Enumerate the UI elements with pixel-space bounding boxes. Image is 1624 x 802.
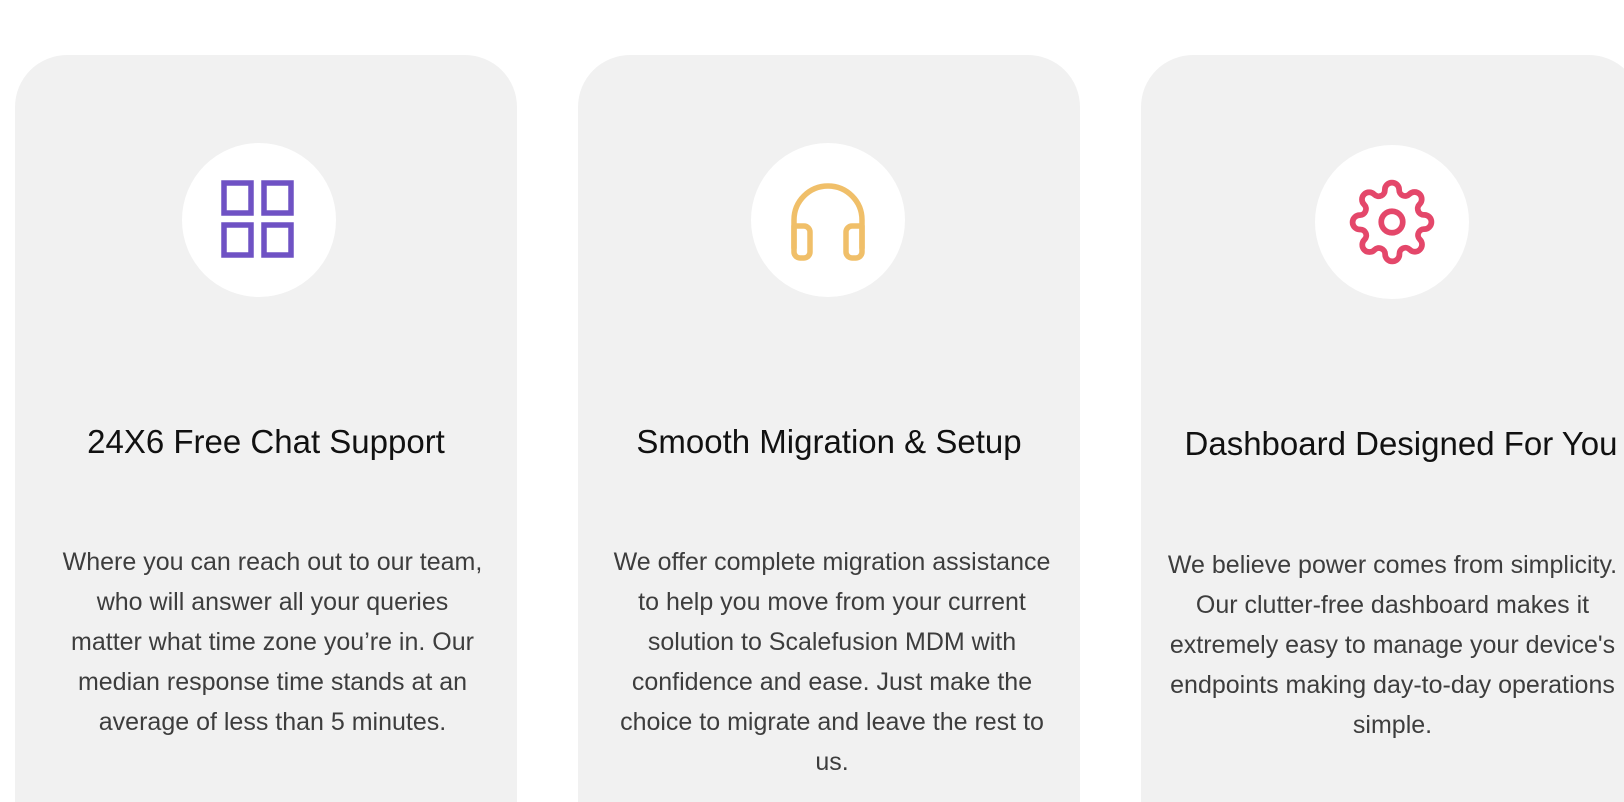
icon-circle [751, 143, 905, 297]
card-description: We offer complete migration assistance t… [613, 548, 1051, 776]
feature-card-migration: Smooth Migration & Setup We offer comple… [578, 55, 1080, 802]
feature-card-chat-support: 24X6 Free Chat Support Where you can rea… [15, 55, 517, 802]
card-title: Smooth Migration & Setup [636, 423, 1022, 460]
features-section: 24X6 Free Chat Support Where you can rea… [0, 0, 1624, 802]
gear-icon [1349, 179, 1435, 265]
icon-circle [182, 143, 336, 297]
icon-circle [1315, 145, 1469, 299]
card-description: Where you can reach out to our team, who… [62, 548, 483, 736]
card-title: 24X6 Free Chat Support [87, 423, 445, 460]
card-description: We believe power comes from simplicity. … [1167, 551, 1618, 739]
headphones-icon [791, 183, 865, 261]
feature-card-dashboard: Dashboard Designed For You We believe po… [1141, 55, 1624, 802]
card-title: Dashboard Designed For You [1184, 425, 1618, 462]
grid-icon [221, 180, 294, 258]
